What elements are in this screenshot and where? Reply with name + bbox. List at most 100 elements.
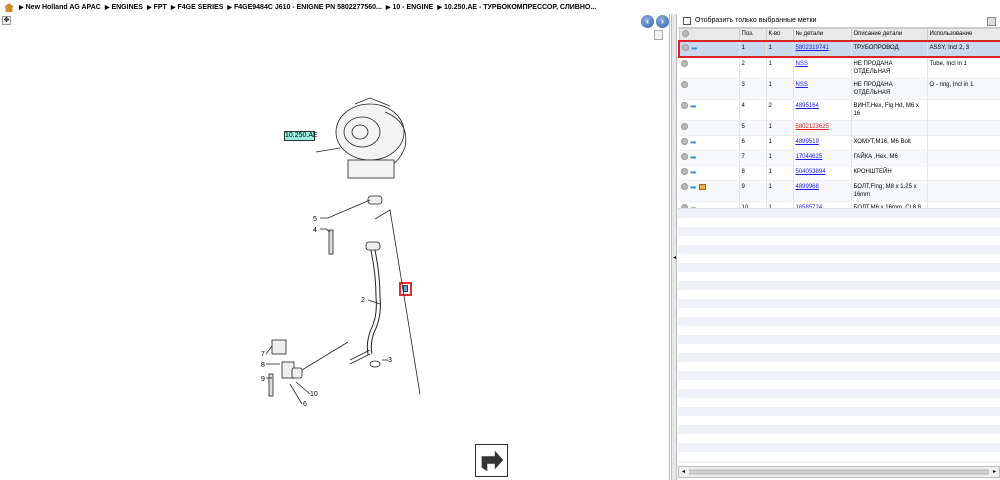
table-row[interactable]: 2 1 NSS НЕ ПРОДАНА ОТДЕЛЬНАЯ Tube, Incl in 1 [679,56,1000,79]
table-row[interactable]: ➥ 1 1 5802319741 ТРУБОПРОВОД ASSY, Incl 2, 3 [678,39,1000,58]
cell-pos: 4 [739,99,767,121]
row-select-icon[interactable] [682,43,689,51]
breadcrumb-item[interactable]: F4GE SERIES [171,4,223,11]
cell-desc: БОЛТ,Flng, M8 x 1.25 x 16mm [851,180,928,202]
empty-rows [678,208,1000,463]
filter-label: Отобразить только выбранные метки [695,17,817,24]
cell-qty: 1 [766,56,794,79]
home-icon[interactable] [4,2,14,12]
table-row[interactable]: ➥ 7 1 17044625 ГАЙКА ,Hex, M6 [679,150,1000,166]
back-arrow-icon[interactable]: ‹ [641,15,654,28]
horizontal-scrollbar[interactable]: ◂ ▸ [678,466,1000,478]
panel-splitter[interactable]: ◂ [671,14,677,480]
row-icons: ➥ [679,150,740,166]
cell-usage: Tube, Incl in 1 [927,56,1000,79]
export-list-icon[interactable] [987,17,996,26]
part-number-link[interactable]: NSS [796,82,808,88]
breadcrumb-item[interactable]: ENGINES [105,4,143,11]
row-select-icon[interactable] [681,137,688,145]
info-arrow-icon[interactable]: ➥ [690,138,697,147]
part-number-link[interactable]: 17044625 [796,154,823,160]
package-icon[interactable] [698,183,706,190]
col-header-pos[interactable]: Поз. [738,28,767,41]
filter-row: Отобразить только выбранные метки [678,14,1000,28]
part-number-link[interactable]: 504053894 [796,169,826,175]
cell-qty: 1 [766,165,794,181]
row-icons: ➥ [679,165,740,181]
part-number-link[interactable]: 5802319741 [796,45,829,51]
table-row[interactable]: ➥ 9 1 4899968 БОЛТ,Flng, M8 x 1.25 x 16mm [679,180,1000,202]
cell-desc: КРОНШТЕЙН [851,165,928,181]
row-icons: ➥ [678,39,740,58]
diagram-panel: ✥ ‹ › 10.250.AE 5 4 2 7 8 9 10 6 3 [0,14,670,480]
cell-usage [927,150,1000,166]
cell-pos: 5 [739,120,767,136]
table-row[interactable]: ➥ 4 2 4895164 ВИНТ,Hex, Flg Hd, M6 x 16 [679,99,1000,121]
info-arrow-icon[interactable]: ➥ [690,183,697,192]
info-arrow-icon[interactable]: ➥ [690,168,697,177]
cell-desc: ГАЙКА ,Hex, M6 [851,150,928,166]
cell-usage: O - ring, Incl in 1 [927,78,1000,100]
parts-table: Поз. К-во № детали Описание детали Испол… [678,28,1000,217]
part-number-link[interactable]: 5802123625 [796,124,829,130]
table-row[interactable]: ➥ 8 1 504053894 КРОНШТЕЙН [679,165,1000,181]
export-icon[interactable] [475,444,508,477]
label-4: 4 [313,227,317,234]
forward-arrow-icon[interactable]: › [656,15,669,28]
row-select-icon[interactable] [681,80,688,88]
breadcrumb-item[interactable]: 10.250.AE - ТУРБОКОМПРЕССОР, СЛИВНО... [437,4,596,11]
pointer-tool-icon[interactable]: ✥ [2,16,11,25]
breadcrumb: New Holland AG APAC ENGINES FPT F4GE SERIES… [0,0,1000,14]
cell-usage [927,135,1000,151]
cell-pos: 8 [739,165,767,181]
info-arrow-icon[interactable]: ➥ [690,102,697,111]
cell-qty: 1 [766,150,794,166]
label-2: 2 [361,297,365,304]
col-header-qty[interactable]: К-во [765,28,794,41]
col-header-desc[interactable]: Описание детали [850,28,928,41]
cell-qty: 1 [766,78,794,100]
label-5: 5 [313,216,317,223]
part-number-link[interactable]: 4899519 [796,139,819,145]
breadcrumb-item[interactable]: FPT [147,4,167,11]
row-icons [679,120,740,136]
col-header-usage[interactable]: Использование [926,28,1000,41]
table-row[interactable]: 5 1 5802123625 [679,120,1000,136]
label-3: 3 [388,357,392,364]
row-select-icon[interactable] [681,167,688,175]
cell-pos: 6 [739,135,767,151]
breadcrumb-item[interactable]: New Holland AG APAC [19,4,101,11]
row-select-icon[interactable] [681,122,688,130]
select-all-header[interactable] [678,28,740,41]
cell-desc: ВИНТ,Hex, Flg Hd, M6 x 16 [851,99,928,121]
part-number-link[interactable]: NSS [796,61,808,67]
row-select-icon[interactable] [681,152,688,160]
cell-qty: 1 [766,39,794,58]
cell-desc: НЕ ПРОДАНА ОТДЕЛЬНАЯ [851,56,928,79]
info-arrow-icon[interactable]: ➥ [690,153,697,162]
row-icons: ➥ [679,135,740,151]
table-row[interactable]: 3 1 NSS НЕ ПРОДАНА ОТДЕЛЬНАЯ O - ring, Incl … [679,78,1000,100]
cell-pos: 7 [739,150,767,166]
breadcrumb-item[interactable]: F4GE9484C J610 - ENIGNE PN 5802277560... [227,4,382,11]
row-select-icon[interactable] [681,182,688,190]
breadcrumb-item[interactable]: 10 - ENGINE [386,4,433,11]
row-select-icon[interactable] [681,59,688,67]
cell-pos: 1 [739,39,767,58]
label-9: 9 [261,376,265,383]
col-header-part[interactable]: № детали [792,28,852,41]
row-select-icon[interactable] [681,101,688,109]
info-arrow-icon[interactable]: ➥ [691,44,698,53]
cell-desc: НЕ ПРОДАНА ОТДЕЛЬНАЯ [851,78,928,100]
cell-pos: 3 [739,78,767,100]
scroll-up-icon[interactable] [654,30,663,40]
part-number-link[interactable]: 4895164 [796,103,819,109]
cell-qty: 1 [766,180,794,202]
cell-usage [927,165,1000,181]
table-row[interactable]: ➥ 6 1 4899519 ХОМУТ,M16, M6 Bolt [679,135,1000,151]
parts-list-panel: Отобразить только выбранные метки Поз. К… [678,14,1000,480]
filter-checkbox[interactable] [683,16,691,25]
cell-desc: ХОМУТ,M16, M6 Bolt [851,135,928,151]
row-icons: ➥ [679,180,740,202]
part-number-link[interactable]: 4899968 [796,184,819,190]
